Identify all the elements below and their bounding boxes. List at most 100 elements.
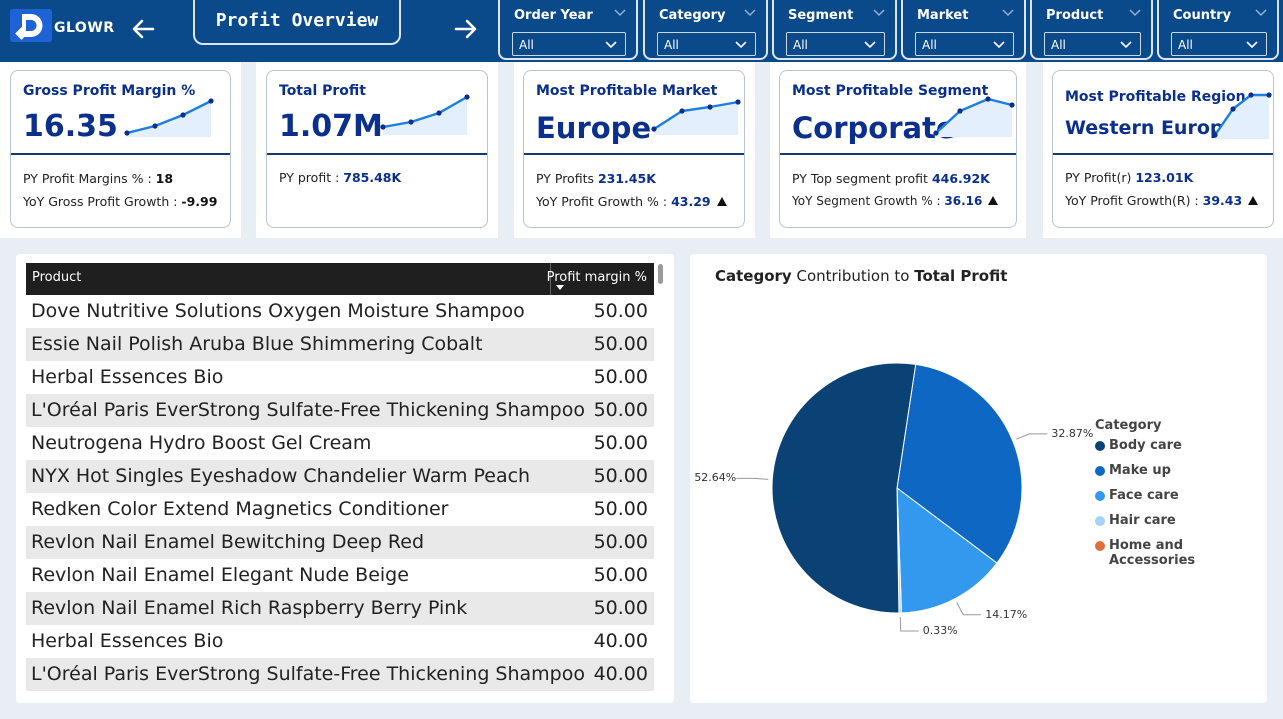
filter-country[interactable]: Country All xyxy=(1157,0,1279,60)
up-triangle-icon xyxy=(988,196,999,205)
legend-item[interactable]: Face care xyxy=(1095,488,1267,513)
cell-product: Essie Nail Polish Aruba Blue Shimmering … xyxy=(31,333,483,355)
up-triangle-icon xyxy=(1248,196,1259,205)
sort-desc-icon[interactable] xyxy=(556,285,564,290)
back-arrow-icon[interactable] xyxy=(129,14,159,44)
filter-label: Product xyxy=(1046,8,1104,23)
filter-select[interactable]: All xyxy=(1044,32,1141,56)
kpi-divider xyxy=(1053,153,1273,155)
chevron-down-icon[interactable] xyxy=(1129,9,1141,17)
legend-label: Body care xyxy=(1109,438,1182,453)
glowr-logo-icon xyxy=(10,9,52,42)
chevron-down-icon[interactable] xyxy=(1002,9,1014,17)
chevron-down-icon xyxy=(735,41,747,49)
cell-profit-margin: 50.00 xyxy=(593,531,648,553)
kpi-most-profitable-region: Most Profitable Region Western Europe PY… xyxy=(1052,70,1274,228)
pie-slice[interactable] xyxy=(771,362,917,614)
table-row[interactable]: Neutrogena Hydro Boost Gel Cream 50.00 xyxy=(26,427,654,460)
kpi-value: 1.07M xyxy=(279,109,383,144)
filter-category[interactable]: Category All xyxy=(643,0,768,60)
table-row[interactable]: Herbal Essences Bio 50.00 xyxy=(26,361,654,394)
table-row[interactable]: Dove Nutritive Solutions Oxygen Moisture… xyxy=(26,295,654,328)
chevron-down-icon xyxy=(864,41,876,49)
legend-item[interactable]: Home and Accessories xyxy=(1095,538,1267,568)
kpi-divider xyxy=(780,153,1016,155)
cell-profit-margin: 50.00 xyxy=(593,366,648,388)
kpi-value: 16.35 xyxy=(23,109,118,144)
sparkline-icon xyxy=(651,99,741,135)
chevron-down-icon xyxy=(1120,41,1132,49)
legend-title: Category xyxy=(1095,418,1162,433)
kpi-divider xyxy=(267,153,487,155)
legend-item[interactable]: Hair care xyxy=(1095,513,1267,538)
filter-segment[interactable]: Segment All xyxy=(772,0,897,60)
filter-value: All xyxy=(922,38,937,52)
logo-text: GLOWR xyxy=(54,20,115,36)
chevron-down-icon[interactable] xyxy=(614,9,626,17)
filter-select[interactable]: All xyxy=(512,32,626,56)
legend-label: Face care xyxy=(1109,488,1179,503)
cell-product: Herbal Essences Bio xyxy=(31,366,224,388)
filter-market[interactable]: Market All xyxy=(901,0,1026,60)
top-bar: GLOWR Profit Overview Order Year All Cat… xyxy=(0,0,1283,62)
table-row[interactable]: Revlon Nail Enamel Rich Raspberry Berry … xyxy=(26,592,654,625)
filter-order-year[interactable]: Order Year All xyxy=(498,0,638,60)
pie-leader-line xyxy=(736,477,769,480)
table-scrollbar[interactable] xyxy=(658,264,663,284)
kpi-footnote: YoY Gross Profit Growth : -9.99 xyxy=(23,194,218,209)
filter-value: All xyxy=(793,38,808,52)
filter-value: All xyxy=(519,38,534,52)
legend-dot-icon xyxy=(1095,441,1105,451)
cell-profit-margin: 50.00 xyxy=(593,432,648,454)
filter-select[interactable]: All xyxy=(1171,32,1267,56)
legend-item[interactable]: Make up xyxy=(1095,463,1267,488)
legend-dot-icon xyxy=(1095,516,1105,526)
chevron-down-icon xyxy=(1246,41,1258,49)
chevron-down-icon[interactable] xyxy=(1255,9,1267,17)
table-row[interactable]: Herbal Essences Bio 40.00 xyxy=(26,625,654,658)
table-row[interactable]: L'Oréal Paris EverStrong Sulfate-Free Th… xyxy=(26,394,654,427)
filter-select[interactable]: All xyxy=(786,32,885,56)
filter-label: Order Year xyxy=(514,8,593,23)
legend-label: Hair care xyxy=(1109,513,1176,528)
kpi-title: Total Profit xyxy=(279,83,366,99)
column-header-product[interactable]: Product xyxy=(32,270,81,285)
chevron-down-icon[interactable] xyxy=(873,9,885,17)
kpi-gross-profit-margin: Gross Profit Margin % 16.35 PY Profit Ma… xyxy=(10,70,231,228)
cell-profit-margin: 50.00 xyxy=(593,465,648,487)
filter-select[interactable]: All xyxy=(915,32,1014,56)
filter-label: Market xyxy=(917,8,969,23)
table-row[interactable]: Redken Color Extend Magnetics Conditione… xyxy=(26,493,654,526)
kpi-footnote: PY Profits 231.45K xyxy=(536,171,656,186)
legend-dot-icon xyxy=(1095,466,1105,476)
kpi-footnote: PY Profit Margins % : 18 xyxy=(23,171,174,186)
chevron-down-icon[interactable] xyxy=(744,9,756,17)
table-row[interactable]: Revlon Nail Enamel Bewitching Deep Red 50… xyxy=(26,526,654,559)
forward-arrow-icon[interactable] xyxy=(450,14,480,44)
legend-item[interactable]: Body care xyxy=(1095,438,1267,463)
table-header: Product Profit margin % xyxy=(26,263,654,295)
filter-value: All xyxy=(1178,38,1193,52)
cell-profit-margin: 50.00 xyxy=(593,498,648,520)
filter-select[interactable]: All xyxy=(657,32,756,56)
kpi-footnote: PY profit : 785.48K xyxy=(279,170,402,185)
legend-dot-icon xyxy=(1095,541,1105,551)
kpi-most-profitable-segment: Most Profitable Segment Corporate PY Top… xyxy=(779,70,1017,228)
page-title-box: Profit Overview xyxy=(193,0,401,45)
kpi-footnote: PY Top segment profit 446.92K xyxy=(792,171,990,186)
chart-legend: Category Body care Make up Face care Hair c… xyxy=(1095,418,1267,568)
cell-product: Revlon Nail Enamel Rich Raspberry Berry … xyxy=(31,597,468,619)
pie-leader-line xyxy=(956,602,982,616)
product-margin-table: Product Profit margin % Dove Nutritive S… xyxy=(16,254,674,703)
column-header-profit-margin[interactable]: Profit margin % xyxy=(547,270,647,285)
legend-dot-icon xyxy=(1095,491,1105,501)
cell-profit-margin: 50.00 xyxy=(593,333,648,355)
page-title: Profit Overview xyxy=(215,10,379,31)
filter-product[interactable]: Product All xyxy=(1030,0,1153,60)
table-row[interactable]: Essie Nail Polish Aruba Blue Shimmering … xyxy=(26,328,654,361)
kpi-most-profitable-market: Most Profitable Market Europe PY Profits… xyxy=(523,70,745,228)
cell-profit-margin: 50.00 xyxy=(593,300,648,322)
table-row[interactable]: L'Oréal Paris EverStrong Sulfate-Free Th… xyxy=(26,658,654,691)
table-row[interactable]: NYX Hot Singles Eyeshadow Chandelier War… xyxy=(26,460,654,493)
table-row[interactable]: Revlon Nail Enamel Elegant Nude Beige 50.… xyxy=(26,559,654,592)
